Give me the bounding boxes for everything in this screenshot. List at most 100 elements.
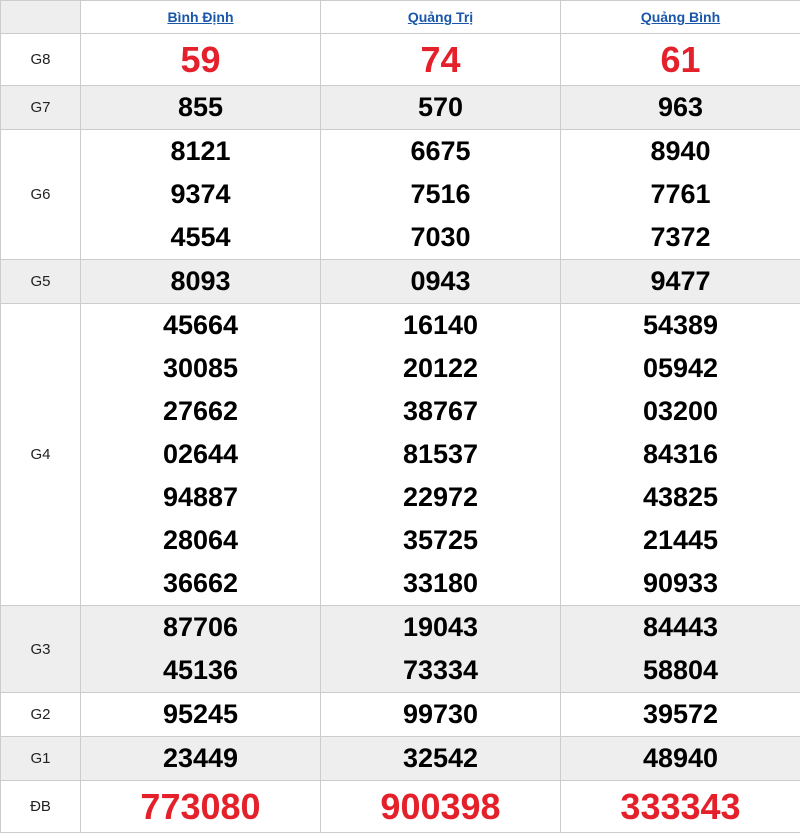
- prize-cell: 570: [320, 85, 561, 130]
- prize-row-g6: G6 8121 9374 4554 6675 7516 7030 8940 77…: [0, 129, 800, 260]
- prize-cell: 0943: [320, 259, 561, 304]
- prize-row-g5: G5 8093 0943 9477: [0, 259, 800, 304]
- province-link-quang-tri[interactable]: Quảng Trị: [408, 9, 473, 25]
- prize-cell: 84443 58804: [560, 605, 800, 693]
- prize-number: 4554: [170, 222, 231, 252]
- prize-number: 19043: [402, 612, 479, 642]
- prize-row-g3: G3 87706 45136 19043 73334 84443 58804: [0, 605, 800, 693]
- prize-cell: 99730: [320, 692, 561, 737]
- prize-number: 7030: [410, 222, 471, 252]
- prize-row-g8: G8 59 74 61: [0, 33, 800, 86]
- prize-number: 32542: [402, 743, 479, 773]
- prize-number: 9477: [650, 266, 711, 296]
- prize-number: 02644: [162, 439, 239, 469]
- prize-number: 28064: [162, 525, 239, 555]
- prize-number: 855: [177, 92, 224, 122]
- prize-cell: 855: [80, 85, 321, 130]
- prize-cell: 45664 30085 27662 02644 94887 28064 3666…: [80, 303, 321, 606]
- prize-label: G7: [0, 85, 81, 130]
- prize-cell: 39572: [560, 692, 800, 737]
- prize-row-g1: G1 23449 32542 48940: [0, 736, 800, 781]
- prize-cell: 8093: [80, 259, 321, 304]
- prize-number: 20122: [402, 353, 479, 383]
- prize-number: 333343: [620, 785, 741, 827]
- prize-cell: 8121 9374 4554: [80, 129, 321, 260]
- prize-row-g4: G4 45664 30085 27662 02644 94887 28064 3…: [0, 303, 800, 606]
- prize-number: 45136: [162, 655, 239, 685]
- prize-number: 59: [180, 38, 221, 80]
- prize-cell: 32542: [320, 736, 561, 781]
- prize-number: 48940: [642, 743, 719, 773]
- prize-label: G3: [0, 605, 81, 693]
- prize-number: 570: [417, 92, 464, 122]
- prize-number: 16140: [402, 310, 479, 340]
- prize-number: 90933: [642, 568, 719, 598]
- prize-cell: 61: [560, 33, 800, 86]
- prize-cell: 9477: [560, 259, 800, 304]
- prize-number: 45664: [162, 310, 239, 340]
- prize-cell: 16140 20122 38767 81537 22972 35725 3318…: [320, 303, 561, 606]
- prize-cell: 19043 73334: [320, 605, 561, 693]
- prize-number: 81537: [402, 439, 479, 469]
- prize-number: 21445: [642, 525, 719, 555]
- prize-cell: 773080: [80, 780, 321, 833]
- prize-number: 22972: [402, 482, 479, 512]
- prize-number: 61: [660, 38, 701, 80]
- prize-number: 963: [657, 92, 704, 122]
- header-province: Quảng Trị: [320, 0, 561, 34]
- prize-row-special: ĐB 773080 900398 333343: [0, 780, 800, 833]
- prize-number: 74: [420, 38, 461, 80]
- prize-number: 36662: [162, 568, 239, 598]
- prize-number: 8940: [650, 136, 711, 166]
- prize-number: 87706: [162, 612, 239, 642]
- prize-number: 8093: [170, 266, 231, 296]
- prize-cell: 87706 45136: [80, 605, 321, 693]
- prize-number: 773080: [140, 785, 261, 827]
- prize-cell: 23449: [80, 736, 321, 781]
- prize-label: G5: [0, 259, 81, 304]
- prize-cell: 8940 7761 7372: [560, 129, 800, 260]
- header-province: Quảng Bình: [560, 0, 800, 34]
- province-link-binh-dinh[interactable]: Bình Định: [167, 9, 233, 25]
- prize-cell: 54389 05942 03200 84316 43825 21445 9093…: [560, 303, 800, 606]
- prize-number: 84443: [642, 612, 719, 642]
- prize-number: 23449: [162, 743, 239, 773]
- prize-number: 7516: [410, 179, 471, 209]
- prize-number: 6675: [410, 136, 471, 166]
- prize-row-g7: G7 855 570 963: [0, 85, 800, 130]
- prize-number: 39572: [642, 699, 719, 729]
- prize-number: 84316: [642, 439, 719, 469]
- prize-number: 94887: [162, 482, 239, 512]
- prize-number: 0943: [410, 266, 471, 296]
- prize-number: 33180: [402, 568, 479, 598]
- prize-cell: 59: [80, 33, 321, 86]
- prize-number: 03200: [642, 396, 719, 426]
- header-province: Bình Định: [80, 0, 321, 34]
- prize-label: ĐB: [0, 780, 81, 833]
- prize-number: 73334: [402, 655, 479, 685]
- prize-number: 30085: [162, 353, 239, 383]
- prize-number: 43825: [642, 482, 719, 512]
- prize-number: 95245: [162, 699, 239, 729]
- prize-cell: 900398: [320, 780, 561, 833]
- prize-number: 9374: [170, 179, 231, 209]
- header-blank-cell: [0, 0, 81, 34]
- prize-number: 7761: [650, 179, 711, 209]
- prize-label: G6: [0, 129, 81, 260]
- province-link-quang-binh[interactable]: Quảng Bình: [641, 9, 720, 25]
- prize-cell: 6675 7516 7030: [320, 129, 561, 260]
- prize-label: G4: [0, 303, 81, 606]
- header-row: Bình Định Quảng Trị Quảng Bình: [0, 0, 800, 34]
- prize-number: 35725: [402, 525, 479, 555]
- prize-label: G2: [0, 692, 81, 737]
- lottery-results-table: Bình Định Quảng Trị Quảng Bình G8 59 74 …: [0, 0, 800, 833]
- prize-number: 900398: [380, 785, 501, 827]
- prize-number: 58804: [642, 655, 719, 685]
- prize-cell: 48940: [560, 736, 800, 781]
- prize-number: 99730: [402, 699, 479, 729]
- prize-cell: 333343: [560, 780, 800, 833]
- prize-cell: 963: [560, 85, 800, 130]
- prize-number: 8121: [170, 136, 231, 166]
- prize-label: G1: [0, 736, 81, 781]
- prize-row-g2: G2 95245 99730 39572: [0, 692, 800, 737]
